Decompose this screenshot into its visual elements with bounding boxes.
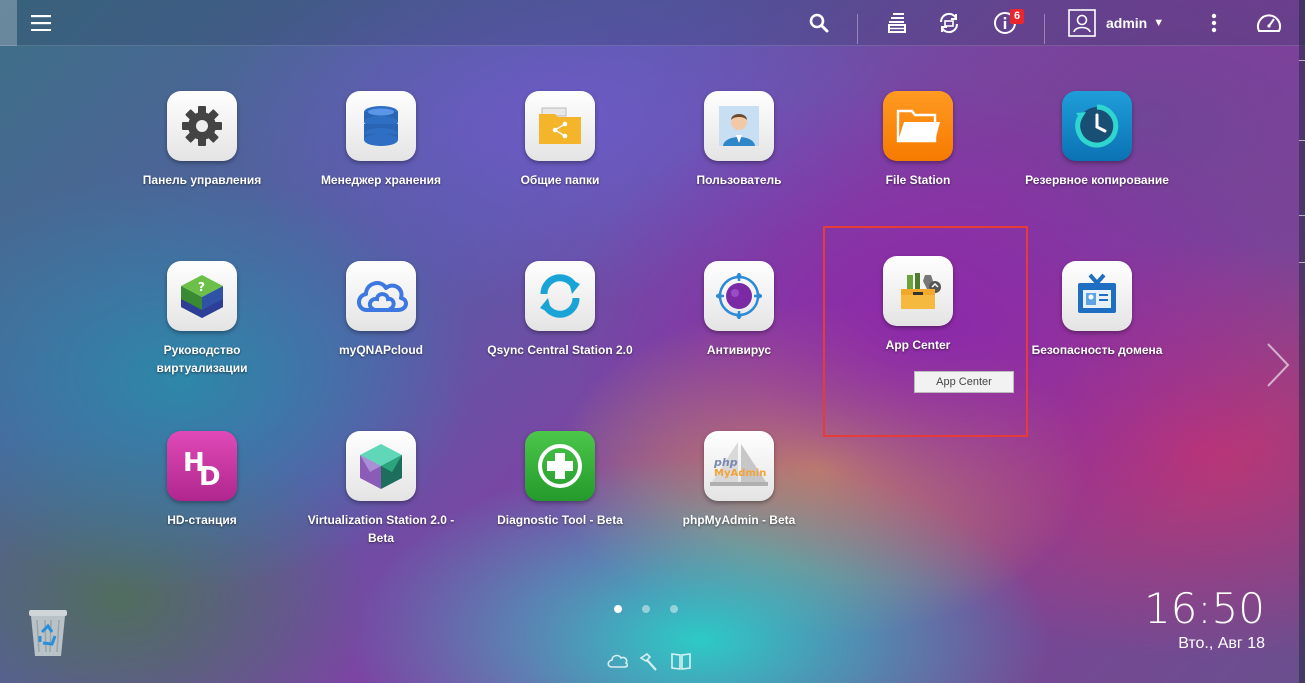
app-users[interactable]: Пользователь [659, 91, 819, 189]
id-badge-icon [1062, 261, 1132, 331]
app-diagnostic-tool[interactable]: Diagnostic Tool - Beta [480, 431, 640, 529]
search-icon [809, 13, 829, 33]
app-myqnapcloud[interactable]: myQNAPcloud [301, 261, 461, 359]
user-menu[interactable]: admin ▼ [1068, 0, 1180, 46]
clock-time: 16:50 [1143, 584, 1265, 633]
app-label: Diagnostic Tool - Beta [497, 513, 623, 527]
app-label: Панель управления [142, 173, 262, 187]
app-storage-manager[interactable]: Менеджер хранения [301, 91, 461, 189]
highlight-frame [823, 226, 1028, 437]
folder-icon [883, 91, 953, 161]
database-icon [346, 91, 416, 161]
app-label: Руководство виртуализации [156, 343, 248, 375]
app-label: Qsync Central Station 2.0 [487, 343, 633, 357]
stack-icon [888, 13, 906, 33]
app-virtualization-guide[interactable]: ? Руководство виртуализации [122, 261, 282, 377]
app-hd-station[interactable]: H D HD-станция [122, 431, 282, 529]
virus-target-icon [704, 261, 774, 331]
username: admin [1106, 15, 1148, 31]
user-avatar-icon [704, 91, 774, 161]
edge-tick [1299, 60, 1305, 61]
hamburger-icon [31, 15, 51, 31]
book-icon [671, 653, 691, 670]
app-label: HD-станция [167, 513, 237, 527]
app-label: Резервное копирование [1025, 173, 1169, 187]
chevron-down-icon: ▼ [1153, 17, 1165, 29]
app-backup[interactable]: Резервное копирование [1017, 91, 1177, 189]
cube-help-icon: ? [167, 261, 237, 331]
menu-button[interactable] [26, 0, 56, 46]
next-page-button[interactable] [1264, 340, 1292, 390]
app-phpmyadmin[interactable]: php MyAdmin phpMyAdmin - Beta [659, 431, 819, 529]
app-domain-security[interactable]: Безопасность домена [1017, 261, 1177, 359]
svg-text:D: D [199, 462, 221, 489]
app-label: phpMyAdmin - Beta [682, 513, 796, 527]
phpmyadmin-logo-icon: php MyAdmin [704, 431, 774, 501]
clock-date: Вто., Авг 18 [1178, 635, 1265, 652]
cloud-link-button[interactable] [606, 652, 629, 672]
app-label: Пользователь [696, 173, 782, 187]
cloud-icon [607, 654, 629, 668]
dashboard-button[interactable] [1254, 0, 1284, 46]
speedometer-icon [1257, 14, 1281, 32]
clock-backup-icon [1062, 91, 1132, 161]
svg-text:?: ? [198, 280, 205, 294]
page-indicator [614, 605, 678, 613]
app-label: Антивирус [706, 343, 772, 357]
left-edge-strip [0, 0, 17, 46]
edge-tick [1299, 215, 1305, 216]
recycle-bin[interactable] [25, 606, 71, 658]
app-shared-folders[interactable]: Общие папки [480, 91, 640, 189]
page-dot[interactable] [670, 605, 678, 613]
tools-button[interactable] [638, 652, 660, 672]
app-file-station[interactable]: File Station [838, 91, 998, 189]
right-edge-strip [1299, 0, 1305, 683]
app-antivirus[interactable]: Антивирус [659, 261, 819, 359]
page-dot[interactable] [614, 605, 622, 613]
app-label: myQNAPcloud [338, 343, 423, 357]
notifications-badge: 6 [1010, 9, 1024, 24]
help-book-button[interactable] [670, 652, 692, 672]
notifications-button[interactable]: 6 [988, 0, 1024, 46]
search-button[interactable] [804, 0, 834, 46]
page-dot[interactable] [642, 605, 650, 613]
bottom-toolbar [606, 652, 692, 672]
external-devices-button[interactable] [934, 0, 964, 46]
shared-folder-icon [525, 91, 595, 161]
edge-tick [1299, 140, 1305, 141]
separator [1044, 14, 1045, 44]
more-vertical-icon [1211, 13, 1217, 33]
more-options-button[interactable] [1202, 0, 1226, 46]
tooltip: App Center [914, 371, 1014, 393]
hd-icon: H D [167, 431, 237, 501]
app-label: Менеджер хранения [320, 173, 442, 187]
sync-device-icon [939, 12, 959, 34]
app-qsync[interactable]: Qsync Central Station 2.0 [480, 261, 640, 359]
recycle-bin-icon [29, 610, 67, 656]
gear-icon [167, 91, 237, 161]
app-virtualization-station[interactable]: Virtualization Station 2.0 - Beta [301, 431, 461, 547]
top-bar: 6 admin ▼ [0, 0, 1305, 46]
app-label: Общие папки [520, 173, 600, 187]
app-label: Безопасность домена [1031, 343, 1163, 357]
app-control-panel[interactable]: Панель управления [122, 91, 282, 189]
edge-tick [1299, 262, 1305, 263]
app-label: File Station [885, 173, 951, 187]
svg-text:MyAdmin: MyAdmin [714, 468, 766, 479]
hammer-icon [639, 652, 657, 671]
sync-icon [525, 261, 595, 331]
separator [857, 14, 858, 44]
plus-icon [525, 431, 595, 501]
cube-icon [346, 431, 416, 501]
app-label: Virtualization Station 2.0 - Beta [307, 513, 455, 545]
chevron-right-icon [1267, 343, 1290, 387]
cloud-icon [346, 261, 416, 331]
background-tasks-button[interactable] [882, 0, 912, 46]
clock-widget: 16:50 Вто., Авг 18 [1144, 585, 1265, 653]
user-icon [1068, 9, 1096, 37]
